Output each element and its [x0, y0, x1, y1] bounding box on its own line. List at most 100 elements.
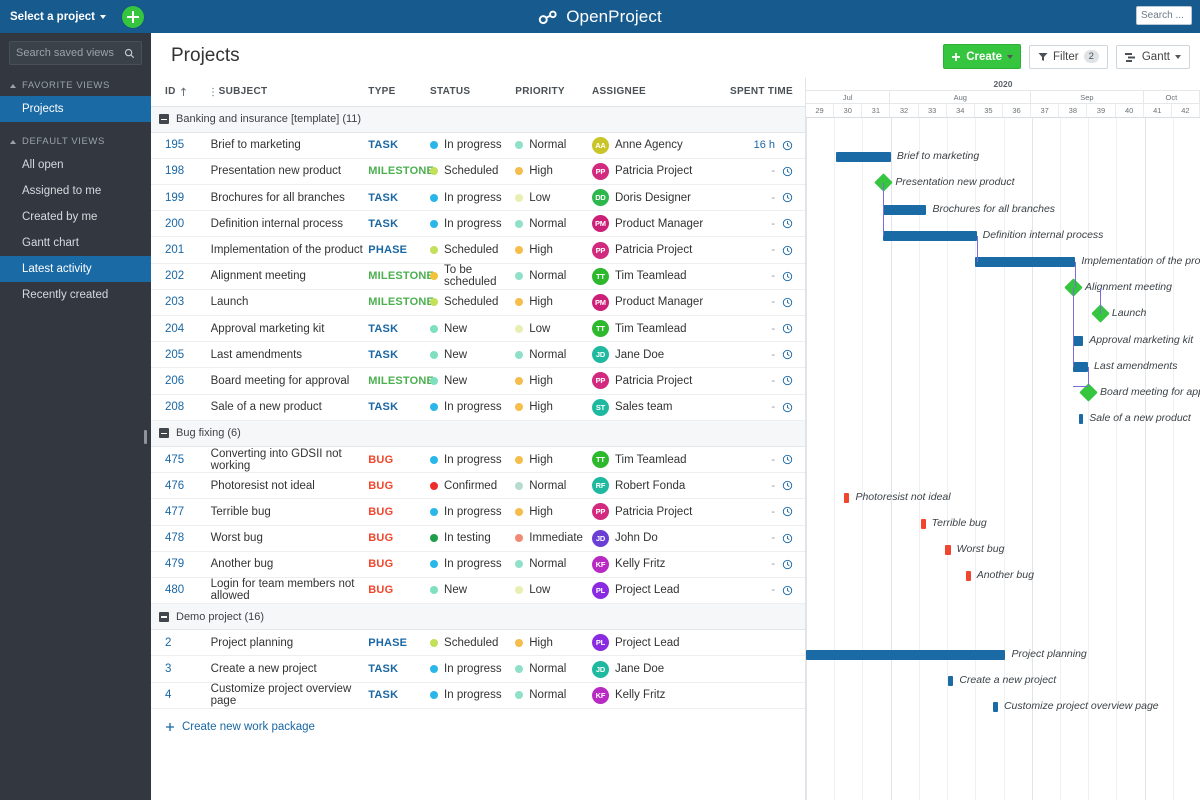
sidebar-item-projects[interactable]: Projects	[0, 96, 151, 122]
log-time-icon[interactable]	[782, 192, 793, 203]
cell-assignee[interactable]: PPPatricia Project	[592, 499, 709, 525]
column-header-subject[interactable]: SUBJECT	[211, 78, 369, 106]
cell-assignee[interactable]: PLProject Lead	[592, 577, 709, 603]
cell-priority[interactable]: High	[515, 446, 592, 472]
cell-status[interactable]: In progress	[430, 682, 515, 708]
log-time-icon[interactable]	[782, 402, 793, 413]
log-time-icon[interactable]	[782, 480, 793, 491]
log-time-icon[interactable]	[782, 271, 793, 282]
table-row[interactable]: 3Create a new projectTASKIn progressNorm…	[151, 656, 805, 682]
table-row[interactable]: 195Brief to marketingTASKIn progressNorm…	[151, 132, 805, 158]
cell-priority[interactable]: Normal	[515, 342, 592, 368]
table-row[interactable]: 476Photoresist not idealBUGConfirmedNorm…	[151, 473, 805, 499]
gantt-bar[interactable]	[975, 257, 1075, 267]
sidebar-section-default-views[interactable]: DEFAULT VIEWS	[0, 131, 151, 152]
cell-id[interactable]: 479	[151, 551, 211, 577]
cell-id[interactable]: 198	[151, 158, 211, 184]
cell-priority[interactable]: Normal	[515, 473, 592, 499]
cell-priority[interactable]: High	[515, 368, 592, 394]
cell-id[interactable]: 478	[151, 525, 211, 551]
cell-assignee[interactable]: AAAnne Agency	[592, 132, 709, 158]
log-time-icon[interactable]	[782, 533, 793, 544]
cell-id[interactable]: 204	[151, 316, 211, 342]
cell-assignee[interactable]: PPPatricia Project	[592, 158, 709, 184]
group-header-row[interactable]: Banking and insurance [template] (11)	[151, 106, 805, 132]
table-row[interactable]: 202Alignment meetingMILESTONETo be sched…	[151, 263, 805, 289]
sidebar-item-latest-activity[interactable]: Latest activity	[0, 256, 151, 282]
table-row[interactable]: 201Implementation of the productPHASESch…	[151, 237, 805, 263]
cell-subject[interactable]: Customize project overview page	[211, 682, 369, 708]
spent-time-value[interactable]: 16 h	[754, 139, 775, 151]
cell-priority[interactable]: Low	[515, 577, 592, 603]
gantt-bar[interactable]	[921, 519, 926, 529]
table-row[interactable]: 208Sale of a new productTASKIn progressH…	[151, 394, 805, 420]
cell-id[interactable]: 2	[151, 630, 211, 656]
cell-priority[interactable]: Normal	[515, 211, 592, 237]
table-row[interactable]: 475Converting into GDSII not workingBUGI…	[151, 446, 805, 472]
cell-id[interactable]: 200	[151, 211, 211, 237]
cell-id[interactable]: 206	[151, 368, 211, 394]
cell-subject[interactable]: Alignment meeting	[211, 263, 369, 289]
cell-status[interactable]: New	[430, 342, 515, 368]
cell-id[interactable]: 4	[151, 682, 211, 708]
cell-subject[interactable]: Board meeting for approval	[211, 368, 369, 394]
cell-assignee[interactable]: PMProduct Manager	[592, 211, 709, 237]
table-row[interactable]: 199Brochures for all branchesTASKIn prog…	[151, 185, 805, 211]
saved-views-search-input[interactable]: Search saved views	[9, 41, 142, 65]
cell-status[interactable]: Scheduled	[430, 158, 515, 184]
cell-id[interactable]: 203	[151, 289, 211, 315]
gantt-bar[interactable]	[883, 205, 926, 215]
cell-assignee[interactable]: PLProject Lead	[592, 630, 709, 656]
table-row[interactable]: 478Worst bugBUGIn testingImmediateJDJohn…	[151, 525, 805, 551]
table-row[interactable]: 205Last amendmentsTASKNewNormalJDJane Do…	[151, 342, 805, 368]
table-row[interactable]: 203LaunchMILESTONEScheduledHighPMProduct…	[151, 289, 805, 315]
cell-assignee[interactable]: DDDoris Designer	[592, 185, 709, 211]
cell-assignee[interactable]: TTTim Teamlead	[592, 446, 709, 472]
log-time-icon[interactable]	[782, 218, 793, 229]
cell-priority[interactable]: Normal	[515, 263, 592, 289]
cell-subject[interactable]: Brochures for all branches	[211, 185, 369, 211]
cell-id[interactable]: 201	[151, 237, 211, 263]
log-time-icon[interactable]	[782, 375, 793, 386]
cell-subject[interactable]: Implementation of the product	[211, 237, 369, 263]
gantt-bar[interactable]	[883, 231, 976, 241]
cell-id[interactable]: 477	[151, 499, 211, 525]
cell-assignee[interactable]: TTTim Teamlead	[592, 316, 709, 342]
cell-subject[interactable]: Create a new project	[211, 656, 369, 682]
table-row[interactable]: 204Approval marketing kitTASKNewLowTTTim…	[151, 316, 805, 342]
cell-subject[interactable]: Brief to marketing	[211, 132, 369, 158]
cell-id[interactable]: 202	[151, 263, 211, 289]
log-time-icon[interactable]	[782, 245, 793, 256]
global-search-input[interactable]: Search ...	[1136, 6, 1192, 25]
sidebar-item-created-by-me[interactable]: Created by me	[0, 204, 151, 230]
log-time-icon[interactable]	[782, 506, 793, 517]
cell-subject[interactable]: Presentation new product	[211, 158, 369, 184]
cell-priority[interactable]: Normal	[515, 132, 592, 158]
cell-id[interactable]: 195	[151, 132, 211, 158]
cell-id[interactable]: 205	[151, 342, 211, 368]
cell-subject[interactable]: Approval marketing kit	[211, 316, 369, 342]
project-selector[interactable]: Select a project	[10, 11, 106, 23]
cell-id[interactable]: 476	[151, 473, 211, 499]
cell-subject[interactable]: Converting into GDSII not working	[211, 446, 369, 472]
cell-status[interactable]: In testing	[430, 525, 515, 551]
cell-subject[interactable]: Sale of a new product	[211, 394, 369, 420]
cell-status[interactable]: In progress	[430, 394, 515, 420]
sidebar-item-recently-created[interactable]: Recently created	[0, 282, 151, 308]
cell-status[interactable]: In progress	[430, 551, 515, 577]
cell-subject[interactable]: Project planning	[211, 630, 369, 656]
column-header-spent-time[interactable]: SPENT TIME	[709, 78, 805, 106]
gantt-bar[interactable]	[806, 650, 1005, 660]
table-row[interactable]: 480Login for team members not allowedBUG…	[151, 577, 805, 603]
cell-id[interactable]: 208	[151, 394, 211, 420]
log-time-icon[interactable]	[782, 454, 793, 465]
cell-id[interactable]: 480	[151, 577, 211, 603]
cell-priority[interactable]: Low	[515, 185, 592, 211]
cell-subject[interactable]: Last amendments	[211, 342, 369, 368]
gantt-bar[interactable]	[1073, 362, 1088, 372]
sidebar-section-favorite-views[interactable]: FAVORITE VIEWS	[0, 75, 151, 96]
cell-assignee[interactable]: RFRobert Fonda	[592, 473, 709, 499]
cell-assignee[interactable]: KFKelly Fritz	[592, 551, 709, 577]
cell-status[interactable]: In progress	[430, 132, 515, 158]
cell-id[interactable]: 475	[151, 446, 211, 472]
